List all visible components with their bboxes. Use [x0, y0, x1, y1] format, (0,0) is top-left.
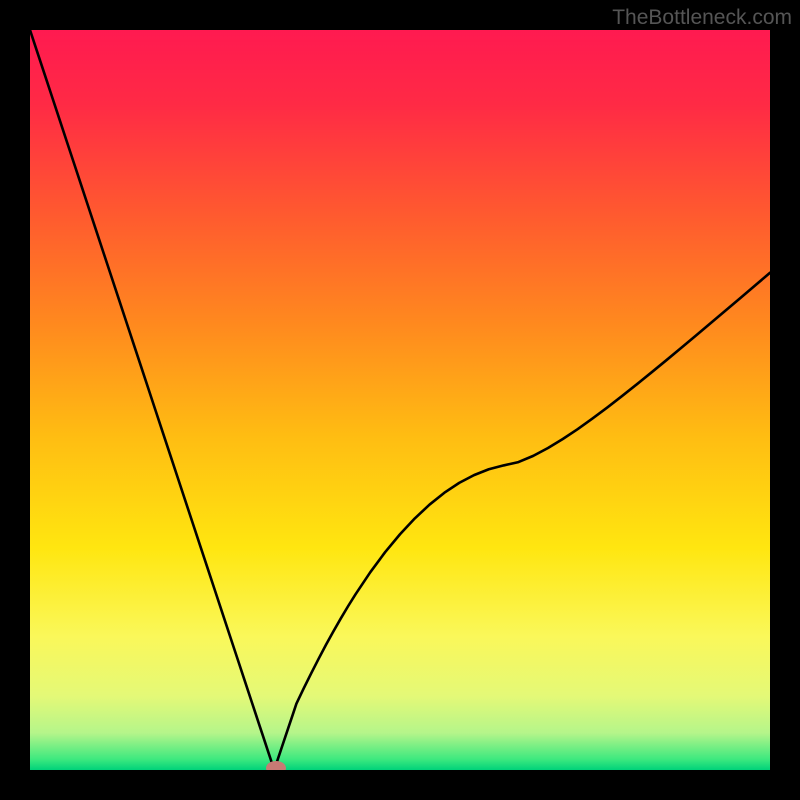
bottleneck-curve [30, 30, 770, 770]
watermark-text: TheBottleneck.com [612, 6, 792, 30]
plot-frame [30, 30, 770, 770]
